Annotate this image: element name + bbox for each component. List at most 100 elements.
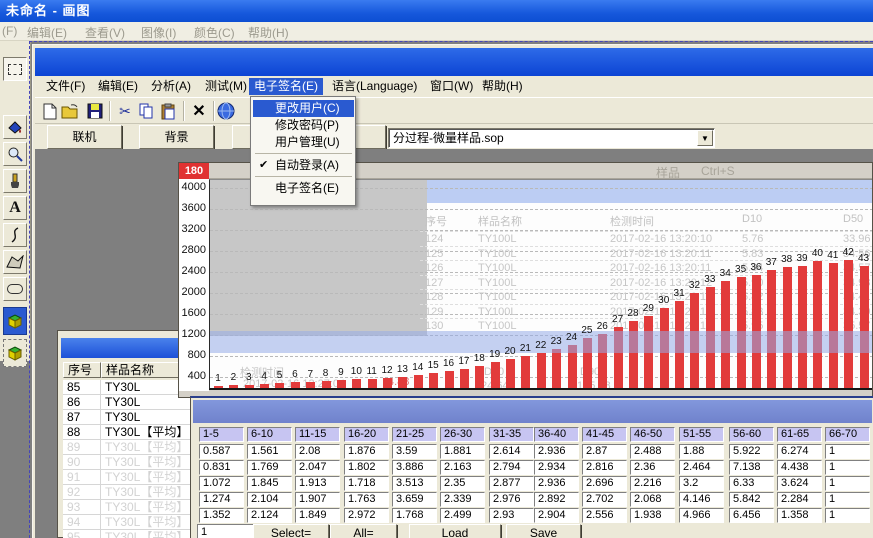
- dist-data-cell[interactable]: 1.849: [295, 508, 340, 523]
- dist-data-cell[interactable]: 7.138: [729, 460, 774, 475]
- dist-header-cell[interactable]: 21-25: [392, 427, 437, 442]
- dist-data-cell[interactable]: 1: [825, 508, 870, 523]
- dist-data-cell[interactable]: 2.36: [630, 460, 675, 475]
- cube-3d-selected-icon[interactable]: [3, 307, 27, 335]
- sample-row-index[interactable]: 86: [63, 395, 101, 410]
- dist-data-cell[interactable]: 3.886: [392, 460, 437, 475]
- dist-data-cell[interactable]: 1.274: [199, 492, 244, 507]
- dist-data-cell[interactable]: 2.499: [440, 508, 485, 523]
- dist-data-cell[interactable]: 1.358: [777, 508, 822, 523]
- dist-header-cell[interactable]: 26-30: [440, 427, 485, 442]
- dist-data-cell[interactable]: 2.702: [582, 492, 627, 507]
- dist-data-cell[interactable]: 2.904: [534, 508, 579, 523]
- app-menu-item[interactable]: 分析(A): [146, 78, 196, 95]
- cut-icon[interactable]: ✂: [115, 101, 135, 121]
- load-button[interactable]: Load: [409, 524, 501, 538]
- toolbar-button-联机[interactable]: 联机: [47, 125, 122, 149]
- dist-data-cell[interactable]: 0.831: [199, 460, 244, 475]
- dist-data-cell[interactable]: 2.08: [295, 444, 340, 459]
- sample-row-index[interactable]: 87: [63, 410, 101, 425]
- dist-data-cell[interactable]: 1.802: [344, 460, 389, 475]
- dist-data-cell[interactable]: 1.876: [344, 444, 389, 459]
- globe-icon[interactable]: [216, 101, 236, 121]
- dist-data-cell[interactable]: 1.718: [344, 476, 389, 491]
- dist-data-cell[interactable]: 2.104: [247, 492, 292, 507]
- dist-data-cell[interactable]: 1.352: [199, 508, 244, 523]
- delete-x-icon[interactable]: ✕: [189, 101, 209, 121]
- dist-data-cell[interactable]: 3.59: [392, 444, 437, 459]
- dist-data-cell[interactable]: 6.274: [777, 444, 822, 459]
- save-icon[interactable]: [85, 101, 105, 121]
- dist-data-cell[interactable]: 2.488: [630, 444, 675, 459]
- app-menu-item[interactable]: 电子签名(E): [249, 78, 323, 95]
- sample-row-index[interactable]: 85: [63, 380, 101, 395]
- paint-menu-item[interactable]: 颜色(C): [194, 24, 235, 41]
- dist-data-cell[interactable]: 2.87: [582, 444, 627, 459]
- count-input[interactable]: 1: [197, 524, 254, 538]
- dist-data-cell[interactable]: 3.2: [679, 476, 724, 491]
- dist-header-cell[interactable]: 41-45: [582, 427, 627, 442]
- dist-data-cell[interactable]: 1: [825, 460, 870, 475]
- open-folder-icon[interactable]: [60, 101, 80, 121]
- dist-data-cell[interactable]: 1.072: [199, 476, 244, 491]
- menu-item-更改用户(C)[interactable]: 更改用户(C): [253, 100, 354, 117]
- dist-data-cell[interactable]: 1.763: [344, 492, 389, 507]
- polygon-tool-icon[interactable]: [3, 250, 27, 274]
- dist-data-cell[interactable]: 1.938: [630, 508, 675, 523]
- dist-header-cell[interactable]: 56-60: [729, 427, 774, 442]
- dist-data-cell[interactable]: 2.556: [582, 508, 627, 523]
- text-tool-icon[interactable]: A: [3, 196, 27, 220]
- sop-combobox[interactable]: 分过程-微量样品.sop ▼: [388, 128, 715, 148]
- app-menu-item[interactable]: 编辑(E): [93, 78, 143, 95]
- dist-header-cell[interactable]: 61-65: [777, 427, 822, 442]
- dist-header-cell[interactable]: 16-20: [344, 427, 389, 442]
- dist-data-cell[interactable]: 1.561: [247, 444, 292, 459]
- chevron-down-icon[interactable]: ▼: [697, 130, 713, 146]
- dist-header-cell[interactable]: 6-10: [247, 427, 292, 442]
- app-menu-item[interactable]: 测试(M): [200, 78, 252, 95]
- dist-header-cell[interactable]: 66-70: [825, 427, 870, 442]
- paint-menu-item[interactable]: 图像(I): [141, 24, 176, 41]
- brush-tool-icon[interactable]: [3, 169, 27, 193]
- dist-header-cell[interactable]: 51-55: [679, 427, 724, 442]
- dist-data-cell[interactable]: 2.93: [489, 508, 534, 523]
- select-tool-icon[interactable]: [3, 57, 27, 81]
- fill-tool-icon[interactable]: [3, 115, 27, 139]
- dist-data-cell[interactable]: 2.936: [534, 444, 579, 459]
- paint-menu-item[interactable]: (F): [2, 24, 17, 38]
- dist-data-cell[interactable]: 2.794: [489, 460, 534, 475]
- dist-data-cell[interactable]: 2.047: [295, 460, 340, 475]
- magnifier-tool-icon[interactable]: [3, 142, 27, 166]
- dist-data-cell[interactable]: 1.881: [440, 444, 485, 459]
- cube-3d-icon[interactable]: [3, 339, 27, 367]
- paint-menu-item[interactable]: 编辑(E): [27, 24, 67, 41]
- copy-icon[interactable]: [136, 101, 156, 121]
- dist-data-cell[interactable]: 1.907: [295, 492, 340, 507]
- dist-header-cell[interactable]: 1-5: [199, 427, 244, 442]
- app-menu-item[interactable]: 帮助(H): [477, 78, 528, 95]
- dist-data-cell[interactable]: 2.284: [777, 492, 822, 507]
- menu-item-电子签名(E)[interactable]: 电子签名(E): [253, 180, 354, 197]
- paint-menu-item[interactable]: 查看(V): [85, 24, 125, 41]
- dist-data-cell[interactable]: 3.624: [777, 476, 822, 491]
- rounded-rect-tool-icon[interactable]: [3, 277, 27, 301]
- dist-data-cell[interactable]: 2.614: [489, 444, 534, 459]
- dist-data-cell[interactable]: 2.877: [489, 476, 534, 491]
- new-document-icon[interactable]: [40, 101, 60, 121]
- dist-data-cell[interactable]: 1: [825, 476, 870, 491]
- dist-data-cell[interactable]: 2.934: [534, 460, 579, 475]
- dist-data-cell[interactable]: 3.513: [392, 476, 437, 491]
- dist-data-cell[interactable]: 2.816: [582, 460, 627, 475]
- dist-data-cell[interactable]: 2.892: [534, 492, 579, 507]
- dist-data-cell[interactable]: 2.163: [440, 460, 485, 475]
- paste-icon[interactable]: [158, 101, 178, 121]
- dist-header-cell[interactable]: 11-15: [295, 427, 340, 442]
- dist-data-cell[interactable]: 4.438: [777, 460, 822, 475]
- dist-data-cell[interactable]: 6.456: [729, 508, 774, 523]
- dist-data-cell[interactable]: 6.33: [729, 476, 774, 491]
- dist-data-cell[interactable]: 1.768: [392, 508, 437, 523]
- dist-header-cell[interactable]: 36-40: [534, 427, 579, 442]
- dist-data-cell[interactable]: 3.659: [392, 492, 437, 507]
- paint-menu-item[interactable]: 帮助(H): [248, 24, 289, 41]
- dist-data-cell[interactable]: 1.88: [679, 444, 724, 459]
